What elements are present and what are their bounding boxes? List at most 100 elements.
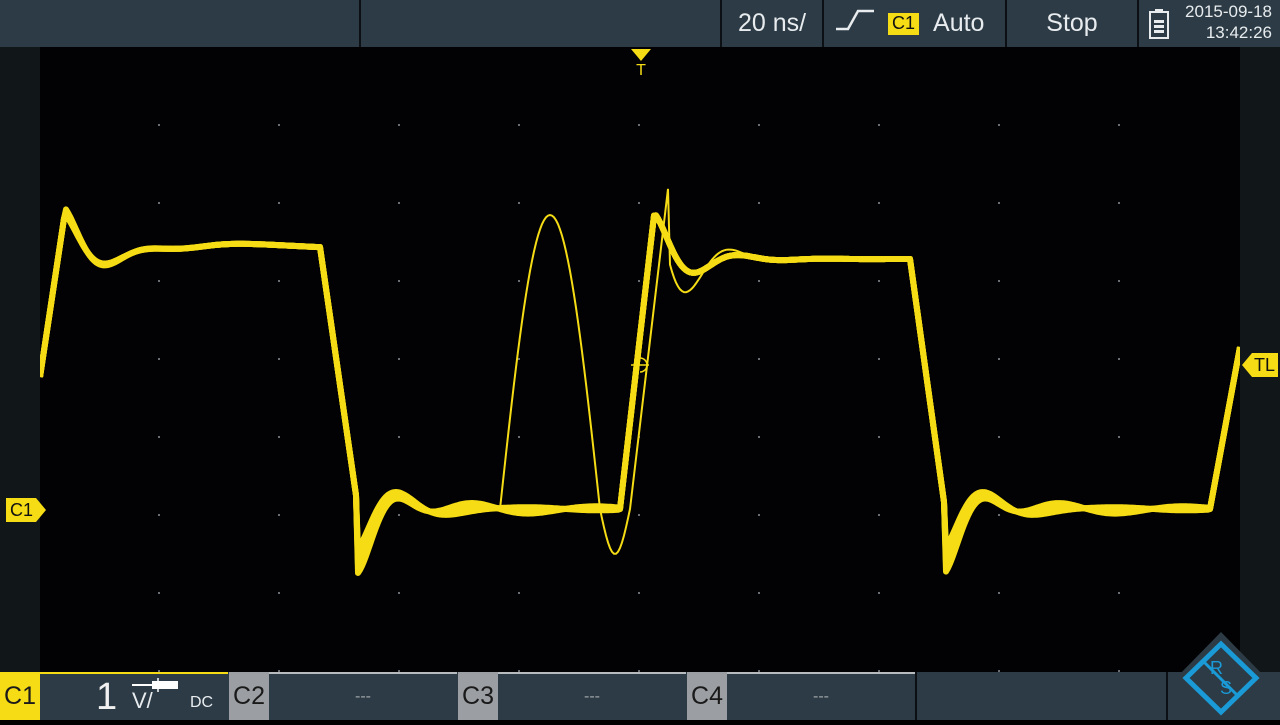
grid-dot [158, 436, 160, 438]
glitch-trace [480, 188, 908, 555]
grid-dot [998, 124, 1000, 126]
grid-dot [398, 280, 400, 282]
grid-dot [158, 280, 160, 282]
grid-dot [998, 280, 1000, 282]
grid-dot [398, 436, 400, 438]
rs-logo[interactable]: R S [1172, 630, 1270, 720]
graticule [158, 124, 1120, 672]
grid-dot [638, 592, 640, 594]
date: 2015-09-18 [1185, 2, 1272, 21]
trigger-position-label: T [636, 62, 646, 79]
grid-dot [878, 202, 880, 204]
grid-dot [758, 358, 760, 360]
grid-dot [638, 514, 640, 516]
grid-dot [278, 124, 280, 126]
grid-dot [1118, 280, 1120, 282]
channel-c1-label: C1 [4, 681, 36, 710]
rs-logo-icon: R S [1174, 632, 1268, 720]
c4-scale-value: --- [813, 688, 829, 705]
grid-dot [1118, 592, 1120, 594]
grid-dot [998, 202, 1000, 204]
grid-dot [398, 592, 400, 594]
grid-dot [1118, 202, 1120, 204]
channel-c3-scale[interactable]: --- [498, 672, 686, 720]
trigger-position-marker[interactable]: T [629, 47, 653, 87]
time: 13:42:26 [1205, 23, 1272, 42]
c1-scale-value: 1 [96, 676, 118, 718]
top-toolbar: 20 ns/ C1 Auto Stop 2015-09-18 13:42:26 [0, 0, 1280, 47]
grid-dot [398, 358, 400, 360]
channel-c2-label: C2 [233, 681, 265, 710]
left-marker-strip [0, 47, 40, 672]
run-state: Stop [1046, 9, 1098, 37]
channel-c2-button[interactable]: C2 [229, 672, 269, 720]
run-stop-button[interactable]: Stop [1007, 0, 1137, 47]
svg-text:R: R [1210, 658, 1223, 678]
svg-text:S: S [1220, 678, 1232, 698]
timebase-button[interactable]: 20 ns/ [722, 0, 822, 47]
grid-dot [998, 358, 1000, 360]
rising-edge-icon [834, 7, 878, 40]
grid-dot [758, 514, 760, 516]
grid-dot [158, 592, 160, 594]
channel-c4-scale[interactable]: --- [727, 672, 915, 720]
grid-dot [518, 436, 520, 438]
channel-c1-button[interactable]: C1 [0, 672, 40, 720]
grid-dot [758, 202, 760, 204]
grid-dot [1118, 358, 1120, 360]
grid-dot [158, 358, 160, 360]
grid-dot [638, 280, 640, 282]
c2-scale-value: --- [355, 688, 371, 705]
bar-divider [915, 672, 917, 720]
grid-dot [1118, 124, 1120, 126]
grid-dot [998, 436, 1000, 438]
grid-dot [878, 124, 880, 126]
trigger-source-badge: C1 [888, 12, 920, 35]
grid-dot [758, 592, 760, 594]
grid-dot [878, 514, 880, 516]
trigger-level-marker[interactable]: TL [1240, 351, 1280, 379]
grid-dot [518, 202, 520, 204]
toolbar-divider [1137, 0, 1139, 47]
grid-dot [398, 202, 400, 204]
grid-dot [758, 280, 760, 282]
waveform-display[interactable] [40, 47, 1240, 672]
persistent-trace [40, 206, 1240, 576]
c1-coupling: DC [190, 694, 214, 711]
grid-dot [398, 514, 400, 516]
trigger-arrow-icon [631, 49, 651, 61]
grid-dot [638, 124, 640, 126]
probe-icon [132, 678, 178, 692]
channel-c1-scale[interactable]: 1 V/ DC [40, 672, 228, 720]
grid-dot [518, 592, 520, 594]
persistent-trace [40, 212, 1240, 552]
c3-scale-value: --- [584, 688, 600, 705]
channel-c2-scale[interactable]: --- [269, 672, 457, 720]
trigger-button[interactable]: C1 Auto [824, 0, 1014, 47]
timebase-value: 20 ns/ [737, 9, 807, 37]
grid-dot [518, 280, 520, 282]
grid-dot [1118, 436, 1120, 438]
trigger-level-label: TL [1254, 355, 1276, 375]
grid-dot [158, 124, 160, 126]
grid-dot [398, 124, 400, 126]
grid-dot [278, 592, 280, 594]
grid-dot [278, 202, 280, 204]
channel-c4-button[interactable]: C4 [687, 672, 727, 720]
grid-dot [518, 124, 520, 126]
c1-offset-label: C1 [10, 500, 34, 520]
grid-dot [158, 202, 160, 204]
grid-dot [878, 280, 880, 282]
c1-offset-marker[interactable]: C1 [4, 496, 48, 524]
channel-c4-label: C4 [691, 681, 723, 710]
grid-dot [278, 280, 280, 282]
grid-dot [158, 514, 160, 516]
grid-dot [518, 358, 520, 360]
grid-dot [758, 124, 760, 126]
channel-bar: C1 1 V/ DC C2 --- C3 --- C4 --- [0, 672, 1280, 720]
grid-dot [638, 202, 640, 204]
toolbar-divider [359, 0, 361, 47]
grid-dot [278, 514, 280, 516]
grid-dot [878, 436, 880, 438]
channel-c3-button[interactable]: C3 [458, 672, 498, 720]
